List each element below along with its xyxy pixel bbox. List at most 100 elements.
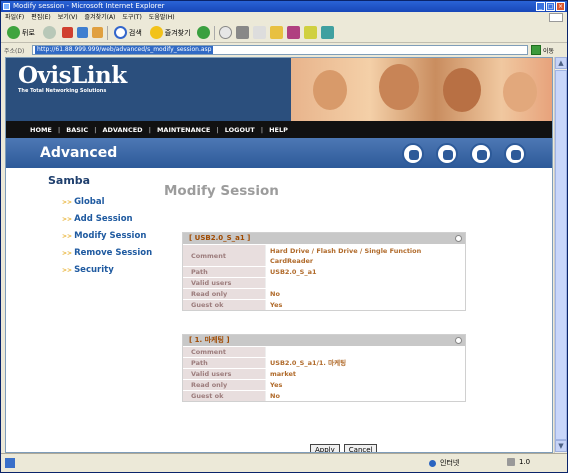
favorites-button[interactable]: 즐겨찾기 [148, 25, 193, 41]
session-header[interactable]: [ USB2.0_S_a1 ] [183, 233, 465, 244]
sidebar-item-label: Security [74, 265, 114, 275]
cancel-button[interactable]: Cancel [343, 444, 378, 452]
field-key: Valid users [183, 369, 265, 379]
search-label: 검색 [128, 28, 142, 37]
go-button[interactable]: 이동 [531, 45, 554, 55]
sidebar: Samba >> Global >> Add Session >> Modify Se… [6, 168, 166, 452]
close-button[interactable]: × [556, 2, 565, 11]
nav-advanced[interactable]: ADVANCED [102, 126, 142, 134]
zone-icon [507, 458, 515, 466]
apply-button[interactable]: Apply [310, 444, 340, 452]
zone-label: 인터넷 [440, 459, 460, 467]
sidebar-item-remove-session[interactable]: >> Remove Session [62, 248, 152, 258]
session-name: [ USB2.0_S_a1 ] [189, 234, 251, 242]
double-chevron-icon: >> [62, 199, 73, 206]
status-bar: 인터넷 1.0 [1, 453, 567, 472]
field-value: market [265, 369, 465, 379]
nav-basic[interactable]: BASIC [66, 126, 88, 134]
globe-icon [504, 143, 526, 165]
folder-icon[interactable] [269, 26, 283, 39]
field-key: Comment [183, 347, 265, 357]
nav-separator: | [57, 125, 61, 134]
field-key: Valid users [183, 278, 265, 288]
field-key: Guest ok [183, 300, 265, 310]
menu-favorites[interactable]: 즐겨찾기(A) [85, 12, 116, 23]
nav-home[interactable]: HOME [30, 126, 52, 134]
status-version: 1.0 [507, 458, 530, 466]
session-panel: [ 1. 마케팅 ] Comment Path USB2.0_S_a1/1. 마… [182, 334, 466, 402]
mail-icon[interactable] [218, 26, 232, 39]
child-face [313, 70, 347, 110]
table-row: Read only Yes [183, 379, 465, 390]
nav-separator: | [216, 125, 219, 134]
nav-logout[interactable]: LOGOUT [225, 126, 255, 134]
sidebar-item-add-session[interactable]: >> Add Session [62, 214, 133, 224]
globe-icon [402, 143, 424, 165]
table-row: Read only No [183, 288, 465, 299]
nav-maintenance[interactable]: MAINTENANCE [157, 126, 210, 134]
scroll-thumb[interactable] [555, 70, 567, 440]
double-chevron-icon: >> [62, 267, 73, 274]
session-name: [ 1. 마케팅 ] [189, 336, 230, 344]
refresh-icon[interactable] [76, 27, 88, 38]
table-row: Path USB2.0_S_a1 [183, 266, 465, 277]
field-key: Path [183, 267, 265, 277]
edit-icon[interactable] [252, 26, 266, 39]
tools-icon[interactable] [320, 26, 334, 39]
page-status-icon [5, 458, 15, 468]
menu-tools[interactable]: 도구(T) [122, 12, 141, 23]
title-bar: Modify session - Microsoft Internet Expl… [1, 1, 567, 12]
field-value [265, 347, 465, 357]
table-row: Comment [183, 346, 465, 357]
nav-help[interactable]: HELP [269, 126, 288, 134]
vertical-scrollbar[interactable]: ▲ ▼ [554, 57, 567, 453]
version-label: 1.0 [519, 458, 531, 466]
forward-button[interactable] [41, 25, 58, 41]
menu-view[interactable]: 보기(V) [58, 12, 78, 23]
child-face [503, 72, 537, 112]
table-row: Guest ok No [183, 390, 465, 401]
window-controls: _ □ × [536, 2, 565, 11]
messenger-icon[interactable] [286, 26, 300, 39]
address-label: 주소(D) [4, 47, 25, 55]
sidebar-item-global[interactable]: >> Global [62, 197, 105, 207]
select-radio-icon[interactable] [455, 337, 462, 344]
field-value: Yes [265, 300, 465, 310]
field-value [265, 278, 465, 288]
sidebar-item-security[interactable]: >> Security [62, 265, 114, 275]
address-field[interactable]: http://61.88.999.999/web/advanced/s_modi… [32, 45, 528, 55]
minimize-button[interactable]: _ [536, 2, 545, 11]
page-title: Modify Session [164, 183, 279, 199]
field-value: No [265, 289, 465, 299]
browser-window: Modify session - Microsoft Internet Expl… [0, 0, 568, 473]
back-label: 뒤로 [22, 28, 35, 37]
maximize-button[interactable]: □ [546, 2, 555, 11]
star-icon [149, 26, 163, 39]
section-title: Advanced [40, 145, 118, 161]
stop-icon[interactable] [61, 27, 73, 38]
field-key: Read only [183, 380, 265, 390]
home-icon[interactable] [91, 27, 103, 38]
search-button[interactable]: 검색 [112, 25, 144, 41]
field-value: Yes [265, 380, 465, 390]
internet-zone-icon [429, 459, 436, 467]
field-key: Comment [183, 245, 265, 266]
ie-app-icon [3, 3, 10, 10]
table-row: Valid users [183, 277, 465, 288]
sidebar-item-modify-session[interactable]: >> Modify Session [62, 231, 146, 241]
menu-file[interactable]: 파일(F) [5, 12, 24, 23]
select-radio-icon[interactable] [455, 235, 462, 242]
history-icon[interactable] [196, 26, 210, 39]
media-icon[interactable] [303, 26, 317, 39]
back-button[interactable]: 뒤로 [5, 25, 37, 41]
ovislink-logo[interactable]: OvisLink The Total Networking Solutions [18, 62, 138, 94]
windows-logo-icon [549, 13, 563, 22]
toolbar-divider [106, 25, 108, 40]
field-key: Guest ok [183, 391, 265, 401]
scroll-down-icon[interactable]: ▼ [555, 440, 567, 452]
scroll-up-icon[interactable]: ▲ [555, 57, 567, 69]
print-icon[interactable] [235, 26, 249, 39]
menu-help[interactable]: 도움말(H) [149, 12, 175, 23]
session-header[interactable]: [ 1. 마케팅 ] [183, 335, 465, 346]
menu-edit[interactable]: 편집(E) [31, 12, 51, 23]
